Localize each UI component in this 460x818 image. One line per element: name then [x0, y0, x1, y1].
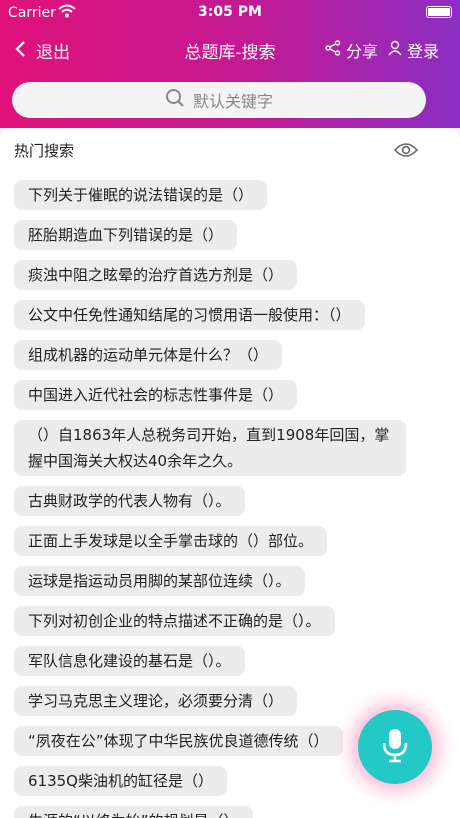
section-title: 热门搜索 [14, 142, 75, 160]
hot-search-item[interactable]: （）自1863年人总税务司开始，直到1908年回国，掌握中国海关大权达40余年之… [14, 420, 406, 476]
hot-search-item[interactable]: 组成机器的运动单元体是什么？（） [14, 340, 283, 370]
hot-search-item[interactable]: 下列关于催眠的说法错误的是（） [14, 180, 268, 210]
search-icon [165, 88, 185, 112]
user-icon [388, 40, 402, 60]
hot-search-item[interactable]: 下列对初创企业的特点描述不正确的是（）。 [14, 606, 335, 636]
hot-search-item[interactable]: 中国进入近代社会的标志性事件是（） [14, 380, 298, 410]
login-button[interactable]: 登录 [388, 38, 439, 62]
share-button[interactable]: 分享 [325, 38, 378, 62]
status-bar: Carrier 3:05 PM [0, 0, 460, 26]
eye-icon[interactable] [393, 142, 419, 162]
app-header: Carrier 3:05 PM 退出 总题库-搜索 分享 登录 默认关键字 [0, 0, 460, 128]
voice-search-button[interactable] [358, 710, 432, 784]
hot-search-item[interactable]: 古典财政学的代表人物有（）。 [14, 486, 245, 516]
microphone-icon [380, 727, 410, 767]
hot-search-item[interactable]: 胚胎期造血下列错误的是（） [14, 220, 238, 250]
login-label: 登录 [407, 42, 440, 61]
status-time: 3:05 PM [198, 4, 262, 20]
hot-search-item[interactable]: 痰浊中阻之眩晕的治疗首选方剂是（） [14, 260, 298, 290]
nav-bar: 退出 总题库-搜索 分享 登录 [0, 32, 460, 66]
hot-search-item[interactable]: 运球是指运动员用脚的某部位连续（）。 [14, 566, 305, 596]
search-placeholder: 默认关键字 [192, 92, 273, 111]
hot-search-item[interactable]: 军队信息化建设的基石是（）。 [14, 646, 245, 676]
back-label: 退出 [36, 43, 70, 63]
hot-search-item[interactable]: 6135Q柴油机的缸径是（） [14, 766, 227, 796]
share-icon [325, 40, 341, 60]
hot-search-item[interactable]: 正面上手发球是以全手掌击球的（）部位。 [14, 526, 328, 556]
back-button[interactable]: 退出 [14, 38, 70, 63]
hot-search-item[interactable]: “夙夜在公”体现了中华民族优良道德传统（） [14, 726, 343, 756]
hot-search-item[interactable]: 生涯的“以终为始”的规划是（） [14, 806, 253, 818]
chevron-left-icon [14, 40, 26, 61]
share-label: 分享 [346, 42, 379, 61]
hot-search-item[interactable]: 学习马克思主义理论，必须要分清（） [14, 686, 298, 716]
search-input[interactable]: 默认关键字 [12, 82, 426, 118]
battery-icon [426, 6, 452, 18]
hot-search-item[interactable]: 公文中任免性通知结尾的习惯用语一般使用：（） [14, 300, 365, 330]
